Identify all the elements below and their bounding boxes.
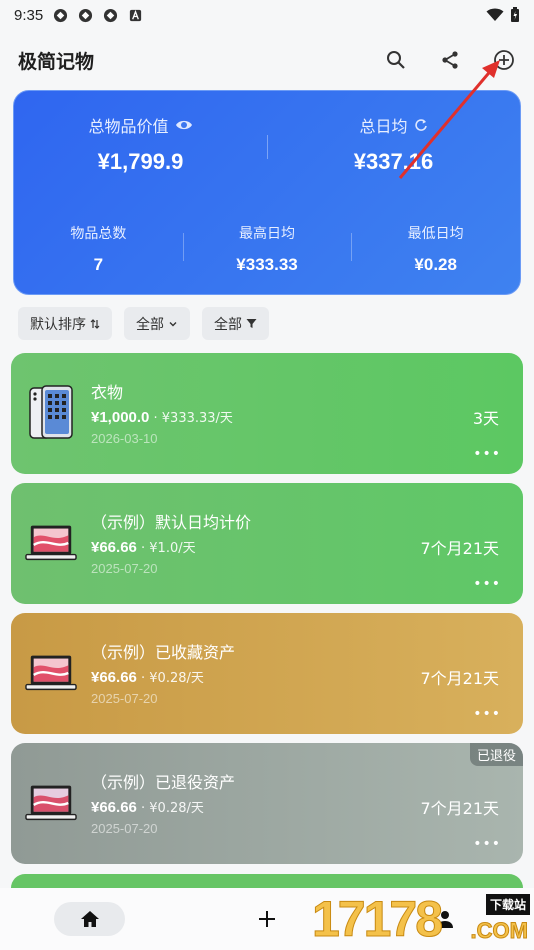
battery-icon [511, 7, 519, 22]
wifi-icon [486, 8, 504, 21]
chevron-down-icon [169, 321, 177, 326]
total-value: ¥1,799.9 [97, 149, 184, 174]
funnel-icon [246, 319, 257, 328]
laptop-thumbnail [25, 773, 77, 833]
item-daily-cost: · ¥0.28/天 [136, 671, 204, 686]
app-title: 极简记物 [18, 50, 95, 73]
watermark-tag: 下载站 [485, 894, 530, 915]
retired-badge: 已退役 [469, 743, 523, 766]
search-button[interactable] [384, 48, 408, 72]
laptop-thumbnail [25, 513, 77, 573]
app-notification-icon [104, 8, 118, 22]
item-name: （示例）已退役资产 [91, 773, 236, 792]
sort-chip-label: 默认排序 [30, 316, 86, 333]
item-date: 2025-07-20 [91, 821, 158, 836]
eye-icon[interactable] [175, 118, 193, 132]
item-more-button[interactable]: ••• [473, 836, 501, 852]
nav-home-button[interactable] [54, 902, 125, 936]
add-item-button[interactable] [492, 48, 516, 72]
daily-avg-label: 总日均 [359, 117, 408, 136]
notification-a-icon [130, 9, 142, 21]
phone-thumbnail [25, 383, 77, 443]
item-card[interactable]: 衣物 ¥1,000.0 · ¥333.33/天 2026-03-10 3天 ••… [11, 353, 523, 474]
sort-icon [90, 318, 100, 329]
item-card[interactable]: 已退役 （示例）已退役资产 ¥66.66 · ¥0.28/天 2025-07-2… [11, 743, 523, 864]
item-daily-cost: · ¥0.28/天 [136, 801, 204, 816]
total-value-stat: 总物品价值 ¥1,799.9 [14, 113, 267, 175]
item-more-button[interactable]: ••• [473, 446, 501, 462]
filter-chip-label: 全部 [214, 316, 242, 333]
item-duration: 3天 [472, 409, 499, 428]
share-button[interactable] [438, 48, 462, 72]
add-circle-icon [494, 50, 514, 70]
item-duration: 7个月21天 [420, 669, 499, 688]
divider [351, 233, 353, 261]
home-icon [80, 911, 99, 927]
item-price-line: ¥1,000.0 · ¥333.33/天 [91, 407, 233, 426]
item-daily-cost: · ¥333.33/天 [149, 411, 233, 426]
item-name: （示例）已收藏资产 [91, 643, 236, 662]
category-chip-label: 全部 [136, 316, 164, 333]
max-daily-label: 最高日均 [239, 226, 295, 242]
watermark-number: 17178 [311, 891, 443, 948]
item-price-line: ¥66.66 · ¥0.28/天 [91, 797, 204, 816]
min-daily-value: ¥0.28 [414, 255, 457, 274]
item-price-line: ¥66.66 · ¥1.0/天 [91, 537, 196, 556]
max-daily-stat: 最高日均 ¥333.33 [182, 223, 352, 275]
item-duration: 7个月21天 [420, 799, 499, 818]
summary-card: 总物品价值 ¥1,799.9 总日均 ¥337.16 物品总数 7 最高日均 ¥… [13, 90, 521, 295]
app-bar: 极简记物 [0, 38, 534, 82]
daily-avg-stat: 总日均 ¥337.16 [267, 113, 520, 175]
item-count-label: 物品总数 [70, 226, 127, 242]
divider [267, 135, 268, 159]
item-name: （示例）默认日均计价 [91, 513, 252, 532]
item-date: 2025-07-20 [91, 691, 158, 706]
min-daily-stat: 最低日均 ¥0.28 [351, 223, 520, 275]
item-count-value: 7 [93, 255, 104, 274]
laptop-icon [25, 785, 77, 821]
site-watermark: 17178 下载站 .COM [311, 888, 534, 950]
item-date: 2025-07-20 [91, 561, 158, 576]
total-value-label: 总物品价值 [88, 117, 169, 136]
watermark-suffix: .COM [470, 918, 528, 944]
divider [182, 233, 184, 261]
app-notification-icon [79, 8, 93, 22]
item-price: ¥1,000.0 [91, 409, 150, 426]
item-card[interactable]: （示例）已收藏资产 ¥66.66 · ¥0.28/天 2025-07-20 7个… [11, 613, 523, 734]
item-name: 衣物 [91, 383, 124, 402]
laptop-thumbnail [25, 643, 77, 703]
filter-chip[interactable]: 全部 [202, 307, 269, 340]
min-daily-label: 最低日均 [407, 226, 464, 242]
item-more-button[interactable]: ••• [473, 706, 501, 722]
laptop-icon [25, 655, 77, 691]
max-daily-value: ¥333.33 [236, 255, 298, 274]
item-price: ¥66.66 [91, 539, 137, 556]
sort-chip[interactable]: 默认排序 [18, 307, 112, 340]
search-icon [387, 51, 405, 69]
share-icon [442, 51, 458, 69]
status-time: 9:35 [14, 6, 44, 24]
item-daily-cost: · ¥1.0/天 [136, 541, 196, 556]
item-count-stat: 物品总数 7 [14, 223, 183, 275]
plus-icon [259, 911, 275, 927]
nav-add-button[interactable] [252, 902, 282, 936]
item-more-button[interactable]: ••• [473, 576, 501, 592]
app-notification-icon [54, 8, 68, 22]
item-duration: 7个月21天 [420, 539, 499, 558]
laptop-icon [25, 525, 77, 561]
daily-avg-value: ¥337.16 [353, 149, 434, 174]
item-price-line: ¥66.66 · ¥0.28/天 [91, 667, 204, 686]
item-card[interactable]: （示例）默认日均计价 ¥66.66 · ¥1.0/天 2025-07-20 7个… [11, 483, 523, 604]
item-price: ¥66.66 [91, 799, 137, 816]
filter-bar: 默认排序 全部 全部 [18, 307, 269, 340]
phone-icon [29, 385, 73, 439]
status-bar: 9:35 [0, 0, 534, 30]
item-date: 2026-03-10 [91, 431, 158, 446]
refresh-icon[interactable] [414, 118, 428, 132]
category-chip[interactable]: 全部 [124, 307, 190, 340]
item-price: ¥66.66 [91, 669, 137, 686]
